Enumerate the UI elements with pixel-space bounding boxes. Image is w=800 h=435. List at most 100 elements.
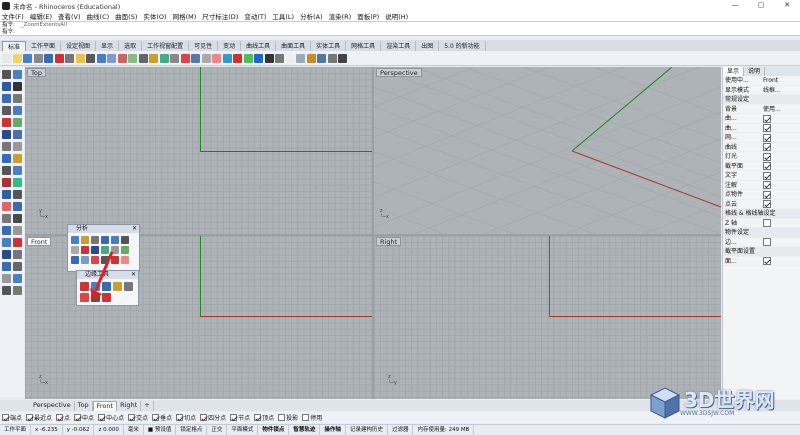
property-value[interactable]: 线框...: [763, 86, 800, 95]
osnap-checkbox[interactable]: [74, 414, 82, 421]
edge-tool-icon[interactable]: [80, 282, 89, 291]
osnap-checkbox[interactable]: [302, 414, 310, 421]
property-value[interactable]: [763, 171, 800, 180]
osnap-option[interactable]: 投影: [278, 413, 298, 422]
property-value[interactable]: [763, 133, 800, 142]
osnap-option[interactable]: 点: [56, 413, 70, 422]
toolbar-tool-icon[interactable]: [128, 53, 137, 63]
menu-render[interactable]: 渲染(R): [329, 11, 352, 21]
toolbar-tool-icon[interactable]: [296, 53, 305, 63]
tab-5[interactable]: 工作视窗配置: [142, 41, 190, 51]
left-tool-icon[interactable]: [13, 286, 22, 295]
toolbar-tool-icon[interactable]: [44, 53, 53, 63]
osnap-checkbox[interactable]: [230, 414, 238, 421]
menu-transform[interactable]: 变动(T): [244, 11, 266, 21]
viewport-label-top[interactable]: Top: [27, 68, 46, 77]
menu-tools[interactable]: 工具(L): [272, 11, 294, 21]
status-item[interactable]: 记录建构历史: [346, 424, 388, 435]
osnap-checkbox[interactable]: [128, 414, 136, 421]
property-value[interactable]: [763, 181, 800, 189]
viewport-tab-top[interactable]: Top: [75, 401, 93, 411]
left-tool-icon[interactable]: [2, 274, 11, 283]
viewport-label-right[interactable]: Right: [376, 237, 402, 246]
tab-9[interactable]: 曲面工具: [276, 41, 312, 51]
property-value[interactable]: [763, 152, 800, 161]
property-checkbox[interactable]: [763, 200, 771, 208]
menu-surface[interactable]: 曲面(S): [115, 11, 137, 21]
left-tool-icon[interactable]: [13, 226, 22, 235]
analysis-tool-icon[interactable]: [81, 256, 89, 264]
tab-11[interactable]: 网格工具: [346, 41, 382, 51]
left-tool-icon[interactable]: [13, 106, 22, 115]
edge-tool-icon[interactable]: [124, 282, 133, 291]
property-value[interactable]: [763, 124, 800, 132]
left-tool-icon[interactable]: [13, 166, 22, 175]
tab-help[interactable]: 说明: [744, 67, 766, 76]
property-value[interactable]: 使用...: [763, 105, 800, 114]
left-tool-icon[interactable]: [2, 166, 11, 175]
analysis-tool-icon[interactable]: [71, 246, 79, 254]
osnap-checkbox[interactable]: [98, 414, 106, 421]
toolbar-tool-icon[interactable]: [243, 53, 253, 63]
osnap-option[interactable]: 四分点: [200, 413, 226, 422]
toolbar-tool-icon[interactable]: [86, 53, 95, 63]
osnap-option[interactable]: 交点: [128, 413, 148, 422]
toolbar-tool-icon[interactable]: [201, 53, 211, 63]
viewport-label-perspective[interactable]: Perspective: [376, 68, 422, 77]
property-value[interactable]: [763, 219, 800, 227]
left-tool-icon[interactable]: [2, 118, 11, 127]
toolbar-tool-icon[interactable]: [117, 53, 127, 63]
tab-display[interactable]: 显示: [723, 67, 745, 76]
analysis-tool-icon[interactable]: [101, 236, 109, 244]
property-value[interactable]: [763, 200, 800, 208]
left-tool-icon[interactable]: [2, 178, 11, 187]
osnap-checkbox[interactable]: [254, 414, 262, 421]
menu-analyze[interactable]: 分析(A): [300, 11, 323, 21]
left-tool-icon[interactable]: [2, 70, 11, 79]
left-tool-icon[interactable]: [2, 190, 11, 199]
menu-mesh[interactable]: 网格(M): [173, 11, 197, 21]
toolbar-tool-icon[interactable]: [233, 53, 242, 63]
minimize-button[interactable]: —: [722, 0, 748, 11]
left-tool-icon[interactable]: [13, 142, 22, 151]
left-tool-icon[interactable]: [2, 226, 11, 235]
left-tool-icon[interactable]: [2, 94, 11, 103]
property-checkbox[interactable]: [763, 238, 771, 246]
close-icon[interactable]: ✕: [131, 271, 136, 279]
status-item[interactable]: 锁定格点: [176, 424, 208, 435]
osnap-checkbox[interactable]: [152, 414, 160, 421]
status-item[interactable]: 毫米: [124, 424, 144, 435]
property-value[interactable]: [763, 114, 800, 123]
osnap-option[interactable]: 停用: [302, 413, 322, 422]
tab-1[interactable]: 工作平面: [26, 41, 62, 51]
property-checkbox[interactable]: [763, 181, 771, 189]
status-item[interactable]: 工作平面: [0, 424, 32, 435]
toolbar-tool-icon[interactable]: [170, 53, 179, 63]
tab-6[interactable]: 可见性: [189, 41, 219, 51]
osnap-checkbox[interactable]: [176, 414, 184, 421]
tab-8[interactable]: 曲线工具: [241, 41, 277, 51]
status-item[interactable]: z 0.000: [94, 424, 124, 435]
toolbar-tool-icon[interactable]: [138, 53, 148, 63]
close-button[interactable]: ✕: [774, 0, 800, 11]
analysis-tool-icon[interactable]: [121, 256, 129, 264]
left-tool-icon[interactable]: [13, 118, 22, 127]
tab-13[interactable]: 出图: [416, 41, 440, 51]
left-tool-icon[interactable]: [13, 82, 22, 91]
toolbar-tool-icon[interactable]: [306, 53, 316, 63]
property-checkbox[interactable]: [763, 162, 771, 170]
property-checkbox[interactable]: [763, 190, 771, 199]
analysis-tool-icon[interactable]: [71, 256, 79, 264]
toolbar-tool-icon[interactable]: [275, 53, 284, 63]
tab-7[interactable]: 变动: [218, 41, 242, 51]
analysis-tool-icon[interactable]: [111, 236, 119, 244]
menu-edit[interactable]: 编辑(E): [30, 11, 52, 21]
left-tool-icon[interactable]: [2, 142, 11, 151]
analysis-tool-icon[interactable]: [81, 236, 89, 244]
toolbar-tool-icon[interactable]: [96, 53, 106, 63]
property-checkbox[interactable]: [763, 171, 771, 180]
toolbar-tool-icon[interactable]: [75, 53, 85, 63]
toolbar-tool-icon[interactable]: [107, 53, 116, 63]
floating-toolbar-header[interactable]: 分析 ✕: [68, 225, 139, 233]
property-checkbox[interactable]: [763, 219, 771, 227]
